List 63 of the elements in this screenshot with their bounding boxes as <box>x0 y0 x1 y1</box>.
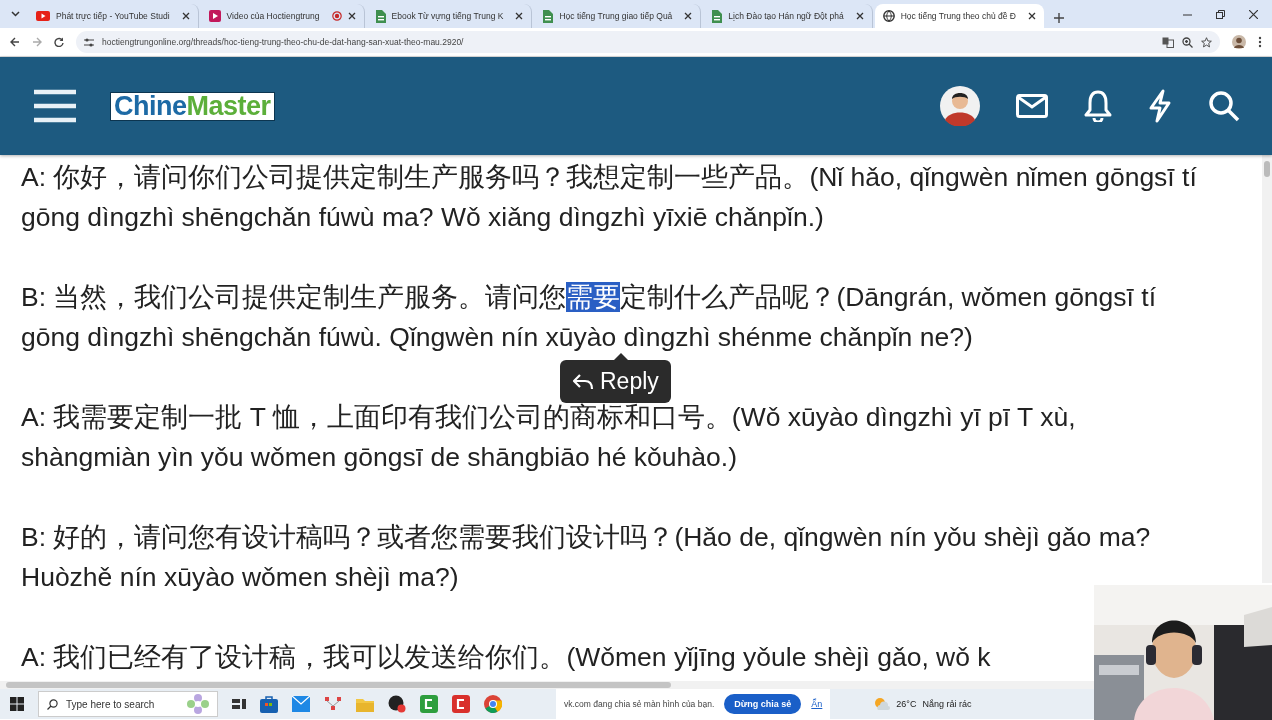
dialogue-line: A: 我们已经有了设计稿，我可以发送给你们。(Wǒmen yǐjīng yǒule shèjì gǎo, wǒ k <box>21 641 992 674</box>
user-avatar-icon[interactable] <box>940 86 980 126</box>
more-icon[interactable] <box>1258 36 1262 48</box>
dialogue-line: B: 好的，请问您有设计稿吗？或者您需要我们设计吗？(Hǎo de, qǐngwèn nín yǒu shèjì gǎo ma? Huòzhě nín xūyào wǒmen shèjì ma?) <box>21 521 1152 594</box>
translate-icon[interactable] <box>1162 36 1174 48</box>
scrollbar[interactable] <box>1262 155 1272 583</box>
horizontal-scrollbar[interactable] <box>0 681 1095 689</box>
weather-icon <box>874 697 891 711</box>
document-icon <box>711 9 723 23</box>
close-icon[interactable] <box>515 12 524 20</box>
document-icon <box>374 9 386 23</box>
close-icon[interactable] <box>347 12 356 20</box>
menu-icon[interactable] <box>34 89 76 123</box>
task-view-icon[interactable] <box>232 698 246 710</box>
flower-icon <box>187 694 209 714</box>
plus-icon[interactable] <box>1053 13 1064 23</box>
search-icon[interactable] <box>1208 90 1240 122</box>
browser-tab[interactable]: Lịch Đào tạo Hán ngữ Đột phá <box>703 4 873 28</box>
lightning-icon[interactable] <box>1148 89 1172 123</box>
profile-avatar-icon[interactable] <box>1232 35 1246 49</box>
document-icon <box>542 9 554 23</box>
taskbar-search-field[interactable]: Type here to search <box>38 691 218 717</box>
mail-icon[interactable] <box>1016 94 1048 118</box>
stop-sharing-button[interactable]: Dừng chia sẻ <box>724 694 802 714</box>
tune-icon[interactable] <box>84 37 94 47</box>
close-icon[interactable] <box>1249 9 1258 19</box>
dialogue-line: A: 你好，请问你们公司提供定制生产服务吗？我想定制一些产品。(Nǐ hǎo, qǐngwèn nǐmen gōngsī tí gōng dìngzhì shēngchǎn fúwù ma? Wǒ xiǎng dìngzhì yīxiē chǎnpǐn.) <box>21 161 1198 234</box>
site-logo[interactable]: ChineMaster <box>110 91 275 121</box>
chevron-icon <box>10 11 20 17</box>
app-icon[interactable] <box>388 695 406 713</box>
store-icon[interactable] <box>260 695 278 713</box>
reload-icon[interactable] <box>54 37 64 47</box>
search-icon <box>47 698 58 710</box>
windows-icon[interactable] <box>10 697 24 711</box>
close-icon[interactable] <box>181 12 190 20</box>
restore-icon[interactable] <box>1216 9 1225 19</box>
back-icon[interactable] <box>10 37 20 47</box>
dialogue-line: A: 我需要定制一批 T 恤，上面印有我们公司的商标和口号。(Wǒ xūyào dìngzhì yī pī T xù, shàngmiàn yìn yǒu wǒmen gōngsī de shāngbiāo hé kǒuhào.) <box>21 401 1077 474</box>
play-icon <box>208 10 221 22</box>
close-icon[interactable] <box>1027 12 1036 20</box>
browser-tab[interactable]: Phát trực tiếp - YouTube Studi <box>28 4 199 28</box>
play-icon <box>36 11 50 21</box>
browser-tab[interactable]: Học tiếng Trung theo chủ đề Đ <box>874 4 1044 28</box>
share-notice: vk.com đang chia sẻ màn hình của bạn. <box>564 699 715 709</box>
address-bar[interactable]: hoctiengtrungonline.org/threads/hoc-tieng-trung-theo-chu-de-dat-hang-san-xuat-theo-mau.2920/ <box>76 31 1220 53</box>
hide-link[interactable]: Ẩn <box>811 699 823 709</box>
close-icon[interactable] <box>855 12 864 20</box>
reply-label: Reply <box>600 368 659 395</box>
temperature: 26°C <box>896 699 917 709</box>
mail-icon[interactable] <box>292 696 310 712</box>
chrome-icon[interactable] <box>484 695 502 713</box>
close-icon[interactable] <box>684 12 693 20</box>
browser-tab[interactable]: Ebook Từ vựng tiếng Trung K <box>366 4 533 28</box>
browser-tab[interactable]: Video của Hoctiengtrung <box>200 4 365 28</box>
globe-icon <box>882 10 895 22</box>
network-icon[interactable] <box>324 696 342 712</box>
browser-tab[interactable]: Học tiếng Trung giao tiếp Quả <box>534 4 702 28</box>
bell-icon[interactable] <box>1084 90 1112 122</box>
star-icon[interactable] <box>1201 36 1212 48</box>
reply-icon <box>572 372 594 391</box>
zoom-icon[interactable] <box>1182 36 1193 48</box>
url-text: hoctiengtrungonline.org/threads/hoc-tieng-trung-theo-chu-de-dat-hang-san-xuat-theo-mau.2920/ <box>102 37 465 47</box>
weather-label: Nắng rải rác <box>922 699 972 709</box>
